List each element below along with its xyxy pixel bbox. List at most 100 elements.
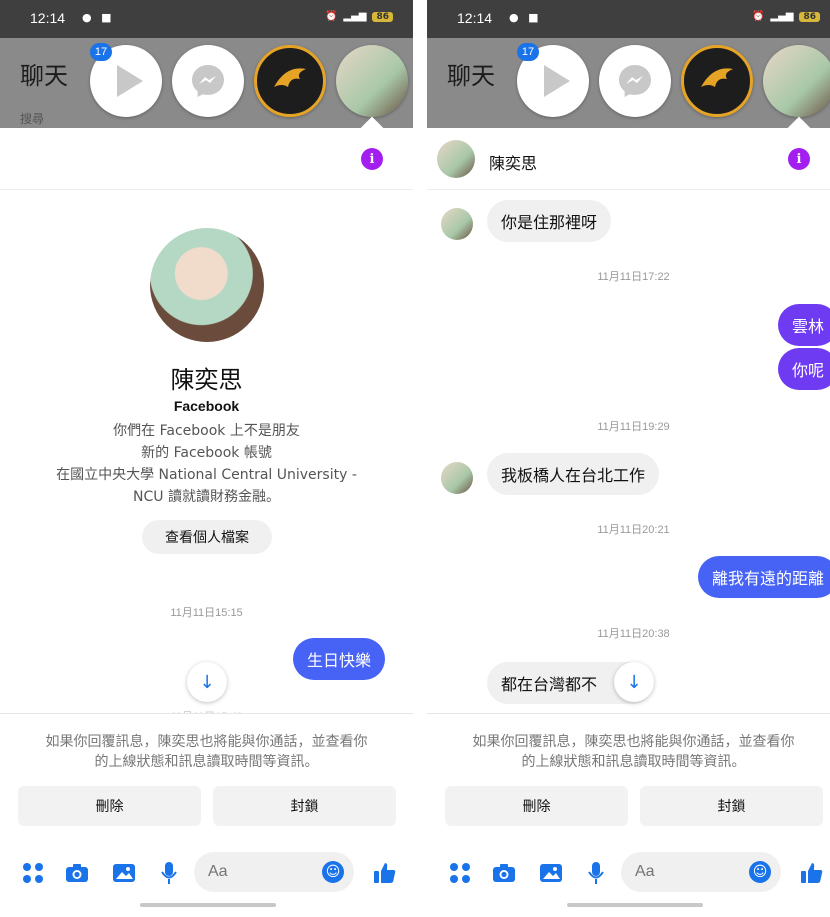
profile-education-1: 在國立中央大學 National Central University - [56, 467, 357, 483]
video-chat-head[interactable]: 17 [90, 43, 162, 117]
header-contact-name[interactable]: 陳奕思 [489, 150, 537, 174]
bottom-panel: 如果你回覆訊息，陳奕思也將能與你通話，並查看你 的上線狀態和訊息讀取時間等資訊。… [427, 713, 830, 917]
profile-platform: Facebook [173, 398, 240, 414]
battery-indicator: 86 [372, 11, 393, 22]
camera-icon[interactable] [491, 860, 517, 886]
message-input[interactable] [621, 852, 741, 892]
apps-icon[interactable] [20, 860, 46, 886]
contact-chat-head[interactable] [336, 45, 408, 117]
play-icon [544, 65, 570, 97]
block-button[interactable]: 封鎖 [640, 786, 823, 826]
block-button[interactable]: 封鎖 [213, 786, 396, 826]
emoji-icon[interactable]: ☺ [749, 861, 771, 883]
delete-button[interactable]: 刪除 [18, 786, 201, 826]
message-timestamp: 11月11日17:22 [597, 271, 670, 283]
unread-badge: 17 [517, 43, 539, 61]
incoming-avatar [441, 208, 473, 240]
profile-name: 陳奕思 [170, 366, 243, 394]
message-field[interactable]: ☺ [194, 852, 354, 892]
status-right-icons: ⏰ ▂▄▆ 86 [325, 11, 393, 22]
page-title: 聊天 [447, 62, 495, 90]
messenger-icon [192, 65, 224, 97]
incoming-message[interactable]: 我板橋人在台北工作 [487, 453, 660, 495]
battery-indicator: 86 [799, 11, 820, 22]
profile-avatar [150, 228, 264, 342]
signal-icon: ▂▄▆ [770, 11, 794, 22]
left-screen: 12:14 ● ■ ⏰ ▂▄▆ 86 聊天 搜尋 17 i 陳奕思 Facebo… [0, 0, 413, 917]
arrow-down-icon: ↓ [199, 671, 215, 693]
message-timestamp: 11月11日20:38 [597, 628, 670, 640]
signal-icon: ▂▄▆ [343, 11, 367, 22]
delete-button[interactable]: 刪除 [445, 786, 628, 826]
status-time: 12:14 [30, 10, 66, 26]
status-bar: 12:14 ● ■ ⏰ ▂▄▆ 86 [427, 0, 830, 38]
reply-notice: 如果你回覆訊息，陳奕思也將能與你通話，並查看你 的上線狀態和訊息讀取時間等資訊。 [18, 732, 395, 772]
sheet-header: i [0, 128, 413, 190]
eagle-logo-icon [701, 68, 733, 87]
right-screen: 12:14 ● ■ ⏰ ▂▄▆ 86 聊天 17 陳奕思 i 你是住那裡呀 11… [427, 0, 830, 917]
alarm-icon: ⏰ [324, 11, 338, 22]
chat-heads: 17 [517, 43, 830, 117]
outgoing-message[interactable]: 離我有遠的距離 [697, 556, 830, 598]
thumbs-up-icon[interactable] [799, 860, 825, 886]
eagle-logo-icon [274, 68, 306, 87]
thumbs-up-icon[interactable] [372, 860, 398, 886]
eagle-chat-head[interactable] [681, 45, 753, 117]
camera-icon[interactable] [64, 860, 90, 886]
messenger-chat-head[interactable] [172, 45, 244, 117]
chat-heads: 17 [90, 43, 408, 117]
search-bar[interactable]: 搜尋 [20, 110, 80, 128]
message-input[interactable] [194, 852, 314, 892]
home-indicator [567, 903, 703, 907]
play-icon [117, 65, 143, 97]
incoming-avatar [441, 462, 473, 494]
messenger-icon [619, 65, 651, 97]
outgoing-message[interactable]: 你呢 [777, 348, 830, 390]
apps-icon[interactable] [447, 860, 473, 886]
notification-icons: ● ■ [82, 11, 115, 24]
arrow-down-icon: ↓ [626, 671, 642, 693]
reply-notice-line-1: 如果你回覆訊息，陳奕思也將能與你通話，並查看你 [45, 734, 368, 750]
profile-relation: 你們在 Facebook 上不是朋友 [113, 423, 300, 439]
gallery-icon[interactable] [538, 860, 564, 886]
view-profile-button[interactable]: 查看個人檔案 [142, 520, 272, 554]
incoming-message[interactable]: 你是住那裡呀 [487, 200, 612, 242]
notification-icons: ● ■ [509, 11, 542, 24]
scroll-down-button[interactable]: ↓ [187, 662, 227, 702]
messenger-chat-head[interactable] [599, 45, 671, 117]
sheet-header: 陳奕思 i [427, 128, 830, 190]
microphone-icon[interactable] [156, 860, 182, 886]
scroll-down-button[interactable]: ↓ [614, 662, 654, 702]
composer: ☺ [427, 850, 830, 894]
profile-education-2: NCU 讀就讀財務金融。 [133, 489, 280, 505]
reply-notice-line-2: 的上線狀態和訊息讀取時間等資訊。 [521, 754, 746, 770]
status-time: 12:14 [457, 10, 493, 26]
video-chat-head[interactable]: 17 [517, 43, 589, 117]
outgoing-message[interactable]: 生日快樂 [292, 638, 385, 680]
home-indicator [140, 903, 276, 907]
message-timestamp: 11月11日20:21 [597, 524, 670, 536]
header-avatar[interactable] [437, 140, 475, 178]
status-right-icons: ⏰ ▂▄▆ 86 [752, 11, 820, 22]
reply-notice-line-2: 的上線狀態和訊息讀取時間等資訊。 [94, 754, 319, 770]
bottom-panel: 如果你回覆訊息，陳奕思也將能與你通話，並查看你 的上線狀態和訊息讀取時間等資訊。… [0, 713, 413, 917]
reply-notice-line-1: 如果你回覆訊息，陳奕思也將能與你通話，並查看你 [472, 734, 795, 750]
gallery-icon[interactable] [111, 860, 137, 886]
profile-account-note: 新的 Facebook 帳號 [141, 445, 272, 461]
page-title: 聊天 [20, 62, 68, 90]
microphone-icon[interactable] [583, 860, 609, 886]
info-icon[interactable]: i [361, 148, 383, 170]
outgoing-message[interactable]: 雲林 [777, 304, 830, 346]
unread-badge: 17 [90, 43, 112, 61]
message-timestamp: 11月11日19:29 [597, 421, 670, 433]
reply-notice: 如果你回覆訊息，陳奕思也將能與你通話，並查看你 的上線狀態和訊息讀取時間等資訊。 [445, 732, 822, 772]
composer: ☺ [0, 850, 413, 894]
emoji-icon[interactable]: ☺ [322, 861, 344, 883]
alarm-icon: ⏰ [751, 11, 765, 22]
message-field[interactable]: ☺ [621, 852, 781, 892]
contact-chat-head[interactable] [763, 45, 830, 117]
status-bar: 12:14 ● ■ ⏰ ▂▄▆ 86 [0, 0, 413, 38]
message-timestamp: 11月11日15:15 [170, 607, 243, 619]
info-icon[interactable]: i [788, 148, 810, 170]
eagle-chat-head[interactable] [254, 45, 326, 117]
